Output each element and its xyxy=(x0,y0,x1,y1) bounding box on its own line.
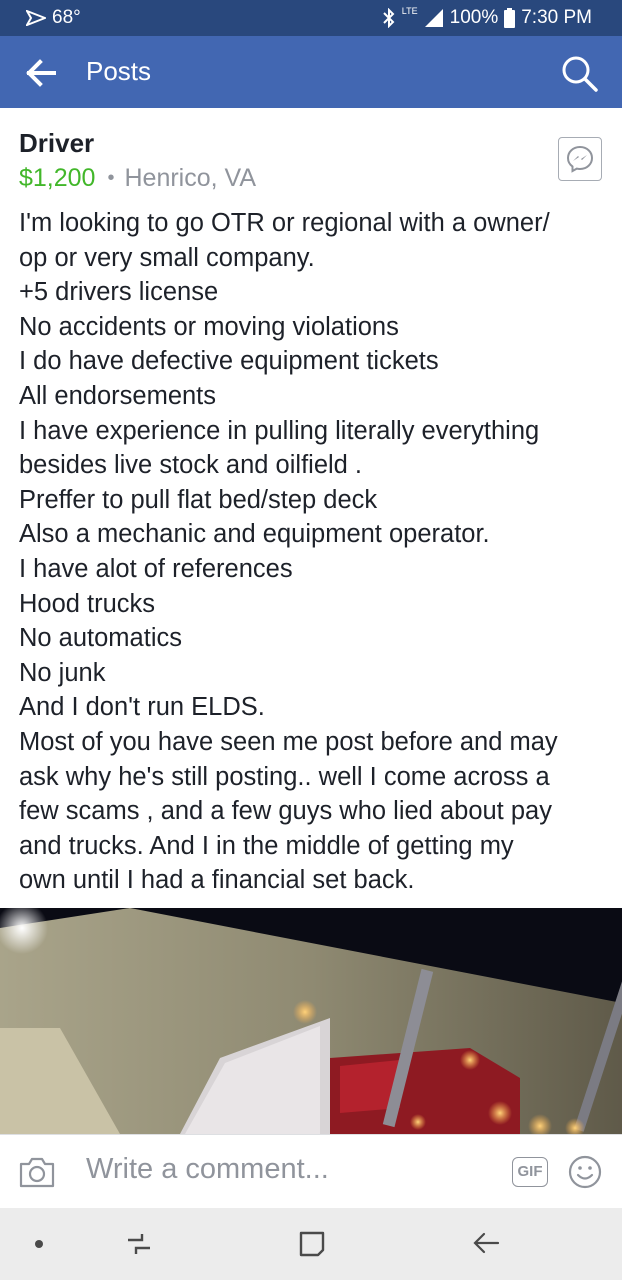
battery-percent: 100% xyxy=(449,7,499,28)
page-title: Posts xyxy=(86,56,152,86)
post-line: I do have defective equipment tickets xyxy=(19,347,439,376)
search-icon xyxy=(562,56,598,92)
clock: 7:30 PM xyxy=(521,7,592,28)
post-line: I have experience in pulling literally e… xyxy=(19,416,540,445)
messenger-notification-icon xyxy=(26,10,46,26)
home-button[interactable] xyxy=(298,1230,326,1258)
post-line: And I don't run ELDS. xyxy=(19,693,265,722)
post-title: Driver xyxy=(19,128,95,158)
post-line: I have alot of references xyxy=(19,554,293,583)
dot-icon[interactable] xyxy=(35,1240,43,1248)
app-header: Posts xyxy=(0,36,622,108)
post-line: few scams , and a few guys who lied abou… xyxy=(19,797,552,826)
post-line: No junk xyxy=(19,658,106,687)
post-line: besides live stock and oilfield . xyxy=(19,451,363,480)
post-line: and trucks. And I in the middle of getti… xyxy=(19,831,514,860)
truck-photo xyxy=(0,908,622,1134)
status-bar: 68° LTE 100% 7:30 PM xyxy=(0,0,622,36)
system-nav-bar xyxy=(0,1208,622,1280)
recent-apps-icon xyxy=(128,1234,150,1254)
post-line: op or very small company. xyxy=(19,243,315,272)
comment-input[interactable]: Write a comment... xyxy=(86,1153,329,1186)
post-line: own until I had a financial set back. xyxy=(19,866,415,895)
back-button[interactable] xyxy=(26,58,58,88)
post-line: No accidents or moving violations xyxy=(19,312,399,341)
post-price: $1,200 xyxy=(19,164,96,192)
post-line: No automatics xyxy=(19,624,182,653)
post-line: Most of you have seen me post before and… xyxy=(19,727,558,756)
back-icon xyxy=(473,1232,500,1254)
camera-button[interactable] xyxy=(18,1155,56,1189)
search-button[interactable] xyxy=(560,54,600,94)
emoji-button[interactable] xyxy=(568,1155,602,1189)
gif-button[interactable]: GIF xyxy=(512,1157,548,1187)
message-seller-button[interactable] xyxy=(558,137,602,181)
arrow-left-icon xyxy=(26,59,56,87)
network-type: LTE xyxy=(401,6,418,16)
recent-apps-button[interactable] xyxy=(124,1230,154,1258)
post-description: I'm looking to go OTR or regional with a… xyxy=(19,206,615,898)
post-line: +5 drivers license xyxy=(19,278,219,307)
post-line: Hood trucks xyxy=(19,589,156,618)
messenger-icon xyxy=(566,145,594,173)
post-meta: $1,200 • Henrico, VA xyxy=(19,164,256,193)
emoji-icon xyxy=(568,1155,602,1189)
system-back-button[interactable] xyxy=(470,1228,502,1258)
signal-icon xyxy=(424,9,443,27)
home-icon xyxy=(299,1231,325,1257)
post-line: I'm looking to go OTR or regional with a… xyxy=(19,209,550,237)
comment-bar: Write a comment... GIF xyxy=(0,1134,622,1209)
meta-separator: • xyxy=(107,167,115,189)
post-line: All endorsements xyxy=(19,381,217,410)
post-line: Also a mechanic and equipment operator. xyxy=(19,520,490,549)
bluetooth-icon xyxy=(383,8,395,28)
post-line: ask why he's still posting.. well I come… xyxy=(19,762,550,791)
post-line: Preffer to pull flat bed/step deck xyxy=(19,485,378,514)
battery-icon xyxy=(504,8,516,28)
post-location[interactable]: Henrico, VA xyxy=(124,164,256,192)
weather-temperature: 68° xyxy=(52,7,81,28)
camera-icon xyxy=(19,1157,55,1188)
post-photo[interactable] xyxy=(0,908,622,1134)
